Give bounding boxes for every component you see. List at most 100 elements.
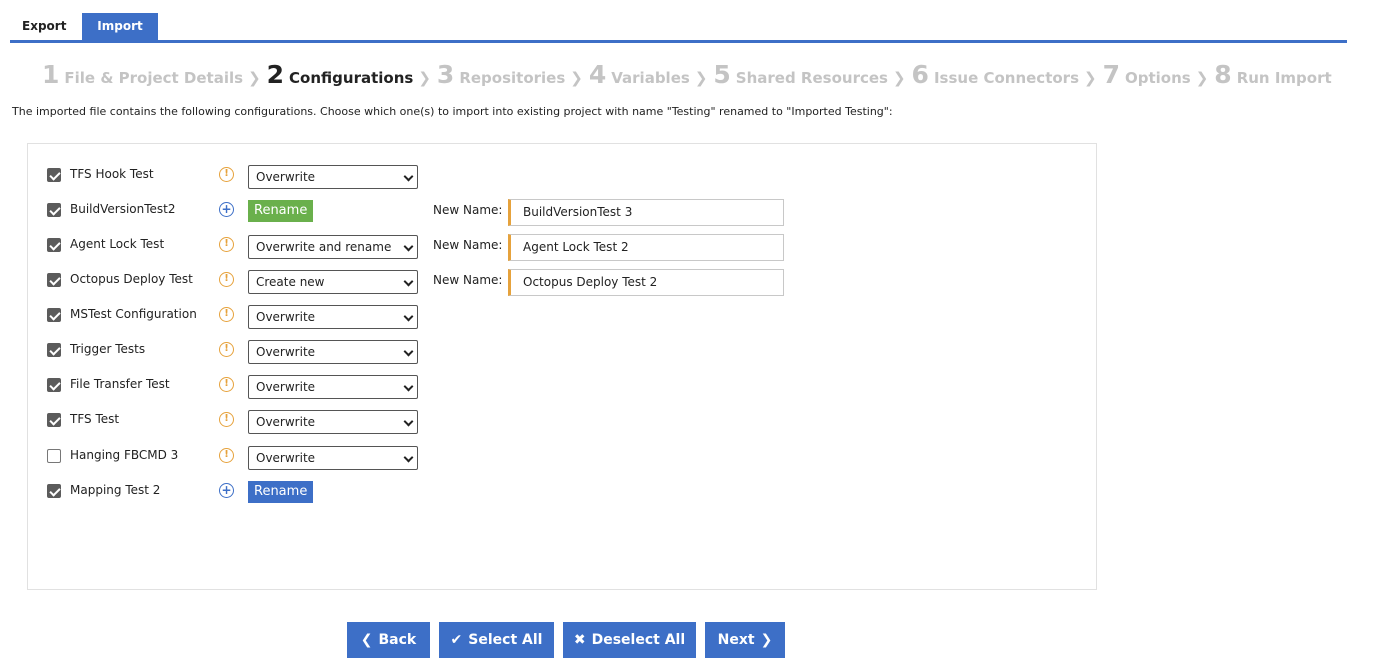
config-row: MSTest Configuration ! Overwrite [28, 303, 1096, 329]
warning-icon: ! [219, 167, 234, 182]
config-row: BuildVersionTest2 + Rename New Name: Bui… [28, 198, 1096, 226]
step-number: 1 [42, 60, 60, 89]
wizard-step-1[interactable]: 1 File & Project Details [42, 60, 243, 90]
step-label: Run Import [1236, 69, 1332, 87]
check-icon: ✔ [450, 632, 463, 648]
step-number: 7 [1102, 60, 1120, 89]
config-checkbox[interactable] [47, 238, 61, 252]
select-all-button[interactable]: ✔ Select All [439, 622, 554, 658]
tab-bar: Export Import [10, 13, 1347, 43]
chevron-down-icon [403, 311, 414, 322]
step-number: 5 [713, 60, 731, 89]
chevron-right-icon: ❯ [1195, 69, 1209, 87]
step-number: 6 [911, 60, 929, 89]
chevron-right-icon: ❯ [418, 69, 431, 87]
action-select[interactable]: Overwrite and rename [248, 235, 418, 259]
config-name: TFS Test [70, 412, 120, 426]
config-checkbox[interactable] [47, 484, 61, 498]
config-checkbox[interactable] [47, 168, 61, 182]
config-row: File Transfer Test ! Overwrite [28, 373, 1096, 399]
warning-icon: ! [219, 307, 234, 322]
step-number: 2 [266, 60, 285, 89]
chevron-right-icon: ❯ [1084, 69, 1097, 87]
chevron-right-icon: ❯ [892, 69, 906, 87]
config-name: Hanging FBCMD 3 [70, 448, 179, 462]
plus-circle-icon[interactable]: + [219, 202, 234, 217]
action-select[interactable]: Overwrite [248, 305, 418, 329]
tab-export[interactable]: Export [10, 13, 79, 40]
chevron-right-icon: ❯ [694, 69, 708, 87]
config-row: Octopus Deploy Test ! Create new New Nam… [28, 268, 1096, 296]
step-label: Configurations [289, 69, 414, 87]
next-button-label: Next [717, 632, 755, 648]
chevron-down-icon [403, 241, 414, 252]
action-select[interactable]: Overwrite [248, 340, 418, 364]
back-button[interactable]: ❮ Back [347, 622, 430, 658]
config-name: Trigger Tests [70, 342, 146, 356]
config-checkbox[interactable] [47, 343, 61, 357]
config-name: TFS Hook Test [70, 167, 154, 181]
plus-circle-icon[interactable]: + [219, 483, 234, 498]
new-name-input[interactable]: Agent Lock Test 2 [508, 234, 784, 261]
chevron-down-icon [403, 452, 414, 463]
wizard-step-6[interactable]: 6 Issue Connectors [912, 60, 1079, 90]
wizard-step-3[interactable]: 3 Repositories [437, 60, 565, 90]
config-checkbox[interactable] [47, 273, 61, 287]
config-row: TFS Hook Test ! Overwrite [28, 163, 1096, 189]
config-checkbox[interactable] [47, 378, 61, 392]
step-number: 4 [588, 60, 607, 89]
config-checkbox[interactable] [47, 413, 61, 427]
new-name-label: New Name: [433, 203, 503, 217]
config-row: Agent Lock Test ! Overwrite and rename N… [28, 233, 1096, 261]
action-select-value: Create new [256, 275, 325, 289]
x-icon: ✖ [573, 632, 586, 648]
action-select[interactable]: Overwrite [248, 375, 418, 399]
chevron-right-icon: ❯ [760, 632, 773, 648]
action-select[interactable]: Overwrite [248, 446, 418, 470]
next-button[interactable]: Next ❯ [705, 622, 785, 658]
wizard-step-8[interactable]: 8 Run Import [1214, 60, 1331, 90]
chevron-down-icon [403, 171, 414, 182]
config-row: Trigger Tests ! Overwrite [28, 338, 1096, 364]
action-select[interactable]: Overwrite [248, 410, 418, 434]
config-checkbox[interactable] [47, 308, 61, 322]
config-name: Octopus Deploy Test [70, 272, 193, 286]
rename-button[interactable]: Rename [248, 481, 314, 503]
config-row: Mapping Test 2 + Rename [28, 479, 1096, 505]
new-name-input[interactable]: Octopus Deploy Test 2 [508, 269, 784, 296]
config-row: Hanging FBCMD 3 ! Overwrite [28, 444, 1096, 470]
warning-icon: ! [219, 377, 234, 392]
action-select[interactable]: Create new [248, 270, 418, 294]
new-name-input[interactable]: BuildVersionTest 3 [508, 199, 784, 226]
wizard-step-2[interactable]: 2 Configurations [267, 60, 414, 90]
wizard-steps: 1 File & Project Details ❯ 2 Configuration… [42, 60, 1332, 94]
select-all-button-label: Select All [468, 632, 543, 648]
action-select-value: Overwrite [256, 415, 316, 429]
config-checkbox[interactable] [47, 203, 61, 217]
step-label: Issue Connectors [933, 69, 1080, 87]
wizard-step-5[interactable]: 5 Shared Resources [713, 60, 888, 90]
deselect-all-button[interactable]: ✖ Deselect All [563, 622, 696, 658]
tab-import[interactable]: Import [82, 13, 158, 40]
step-label: File & Project Details [64, 69, 244, 87]
wizard-step-7[interactable]: 7 Options [1103, 60, 1191, 90]
wizard-step-4[interactable]: 4 Variables [589, 60, 690, 90]
action-select-value: Overwrite [256, 310, 316, 324]
chevron-down-icon [403, 416, 414, 427]
rename-button[interactable]: Rename [248, 200, 314, 222]
step-label: Options [1125, 69, 1191, 87]
action-select[interactable]: Overwrite [248, 165, 418, 189]
config-name: Mapping Test 2 [70, 483, 161, 497]
config-row: TFS Test ! Overwrite [28, 408, 1096, 434]
step-number: 8 [1214, 60, 1232, 89]
chevron-down-icon [403, 346, 414, 357]
action-select-value: Overwrite and rename [256, 240, 392, 254]
step-label: Shared Resources [735, 69, 888, 87]
warning-icon: ! [219, 237, 234, 252]
warning-icon: ! [219, 342, 234, 357]
config-name: BuildVersionTest2 [70, 202, 176, 216]
chevron-right-icon: ❯ [570, 69, 583, 87]
chevron-down-icon [403, 276, 414, 287]
chevron-right-icon: ❯ [248, 69, 261, 87]
config-checkbox[interactable] [47, 449, 61, 463]
